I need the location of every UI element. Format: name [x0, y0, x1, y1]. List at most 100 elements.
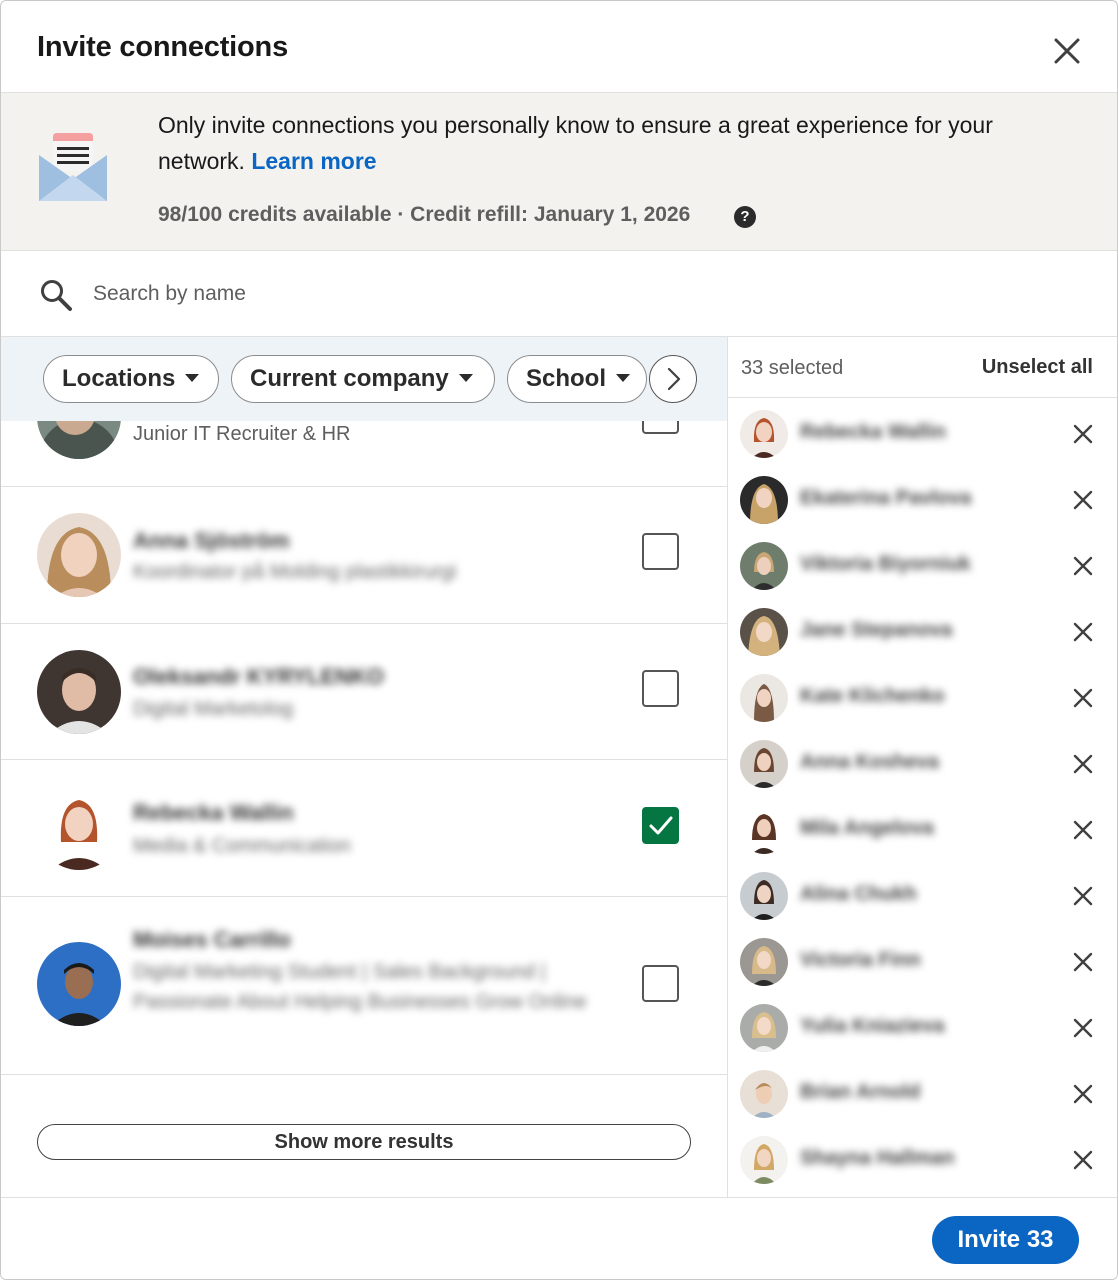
connection-checkbox[interactable] — [642, 670, 679, 707]
selected-item: Kate Klichenko — [728, 665, 1117, 731]
avatar — [37, 942, 121, 1026]
caret-down-icon — [616, 373, 631, 382]
search-icon — [41, 280, 72, 311]
close-button[interactable] — [1051, 35, 1083, 67]
connection-row[interactable]: Oleksandr KYRYLENKO Digital Marketolog — [1, 624, 727, 760]
info-banner: Only invite connections you personally k… — [1, 93, 1117, 251]
connection-row[interactable]: Rebecka Wallin Media & Communication — [1, 760, 727, 897]
filter-current-company[interactable]: Current company — [231, 355, 495, 403]
selected-name: Anna Kosheva — [800, 751, 939, 773]
avatar — [740, 806, 788, 854]
avatar — [37, 786, 121, 870]
avatar — [740, 1136, 788, 1184]
selected-item: Shayna Hallman — [728, 1127, 1117, 1193]
selected-name: Shayna Hallman — [800, 1147, 955, 1169]
selected-name: Kate Klichenko — [800, 685, 945, 707]
selected-name: Brian Arnold — [800, 1081, 921, 1103]
avatar — [740, 608, 788, 656]
filter-label: School — [526, 365, 607, 392]
selected-item: Victoria Finn — [728, 929, 1117, 995]
selected-item: Ekaterina Pavlova — [728, 467, 1117, 533]
connection-headline: Digital Marketolog — [133, 698, 294, 720]
filter-school[interactable]: School — [507, 355, 647, 403]
remove-icon[interactable] — [1072, 1083, 1094, 1105]
connection-name: Anna Sjöström — [133, 528, 290, 553]
connection-name: Oleksandr KYRYLENKO — [133, 664, 385, 689]
filter-label: Current company — [250, 365, 449, 392]
invite-connections-modal: Invite connections Only invite connectio… — [0, 0, 1118, 1280]
connection-name: Rebecka Wallin — [133, 800, 294, 825]
remove-icon[interactable] — [1072, 753, 1094, 775]
selected-item: Yulia Kniazieva — [728, 995, 1117, 1061]
caret-down-icon — [458, 373, 473, 382]
connection-name: Moises Carrillo — [133, 927, 291, 952]
credits-info: 98/100 credits available · Credit refill… — [158, 203, 691, 226]
avatar — [740, 674, 788, 722]
connection-headline: Koordinator på Molding plastikkirurgi — [133, 561, 457, 583]
selected-item: Rebecka Wallin — [728, 401, 1117, 467]
avatar — [740, 476, 788, 524]
selected-name: Ekaterina Pavlova — [800, 487, 972, 509]
avatar — [740, 1070, 788, 1118]
filter-label: Locations — [62, 365, 176, 392]
selected-name: Victoria Finn — [800, 949, 921, 971]
unselect-all-button[interactable]: Unselect all — [982, 356, 1093, 379]
selected-header: 33 selected Unselect all — [728, 337, 1117, 398]
connection-checkbox[interactable] — [642, 965, 679, 1002]
search-input[interactable] — [93, 273, 993, 315]
avatar — [740, 740, 788, 788]
selected-count: 33 selected — [741, 357, 844, 379]
show-more-results-button[interactable]: Show more results — [37, 1124, 691, 1160]
remove-icon[interactable] — [1072, 1149, 1094, 1171]
modal-title: Invite connections — [37, 31, 288, 63]
selected-item: Mila Angelova — [728, 797, 1117, 863]
connection-checkbox[interactable] — [642, 807, 679, 844]
help-icon[interactable]: ? — [734, 206, 756, 228]
selected-item: Jane Stepanova — [728, 599, 1117, 665]
learn-more-link[interactable]: Learn more — [251, 148, 376, 174]
selected-name: Mila Angelova — [800, 817, 934, 839]
connection-headline: Media & Communication — [133, 835, 351, 857]
avatar — [37, 650, 121, 734]
connection-checkbox[interactable] — [642, 533, 679, 570]
remove-icon[interactable] — [1072, 885, 1094, 907]
filters-next-button[interactable] — [649, 355, 697, 403]
caret-down-icon — [185, 373, 200, 382]
filter-bar: Locations Current company School — [1, 337, 727, 421]
avatar — [740, 1004, 788, 1052]
selected-panel: 33 selected Unselect all Rebecka Wallin … — [727, 337, 1117, 1197]
selected-item: Brian Arnold — [728, 1061, 1117, 1127]
selected-name: Alina Chukh — [800, 883, 917, 905]
selected-item: Alina Chukh — [728, 863, 1117, 929]
avatar — [740, 872, 788, 920]
chevron-right-icon — [667, 367, 681, 391]
modal-header: Invite connections — [1, 1, 1117, 93]
avatar — [740, 542, 788, 590]
remove-icon[interactable] — [1072, 819, 1094, 841]
connection-row[interactable]: Moises Carrillo Digital Marketing Studen… — [1, 897, 727, 1075]
checkmark-icon — [649, 816, 673, 835]
envelope-icon — [39, 133, 107, 201]
search-row — [1, 251, 1117, 337]
selected-item: Anna Kosheva — [728, 731, 1117, 797]
remove-icon[interactable] — [1072, 951, 1094, 973]
remove-icon[interactable] — [1072, 489, 1094, 511]
selected-name: Jane Stepanova — [800, 619, 953, 641]
close-icon — [1054, 38, 1080, 64]
selected-name: Viktoria Biyorniuk — [800, 553, 971, 575]
remove-icon[interactable] — [1072, 1017, 1094, 1039]
remove-icon[interactable] — [1072, 687, 1094, 709]
connection-headline: Digital Marketing Student | Sales Backgr… — [133, 961, 587, 1013]
connections-list-panel: Locations Current company School Junior … — [1, 337, 727, 1197]
connection-row[interactable]: Anna Sjöström Koordinator på Molding pla… — [1, 487, 727, 624]
remove-icon[interactable] — [1072, 423, 1094, 445]
filter-locations[interactable]: Locations — [43, 355, 219, 403]
remove-icon[interactable] — [1072, 555, 1094, 577]
modal-footer: Invite 33 — [1, 1197, 1117, 1279]
remove-icon[interactable] — [1072, 621, 1094, 643]
invite-button[interactable]: Invite 33 — [932, 1216, 1079, 1264]
selected-item: Viktoria Biyorniuk — [728, 533, 1117, 599]
connection-headline: Junior IT Recruiter & HR — [133, 423, 351, 445]
avatar — [740, 938, 788, 986]
avatar — [37, 513, 121, 597]
